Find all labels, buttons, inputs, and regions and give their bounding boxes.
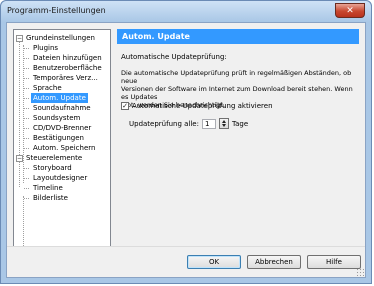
tree-branch-line [24,88,29,89]
tree-group-grundeinstellungen[interactable]: Grundeinstellungen [24,33,97,43]
tree-item-sprache[interactable]: Sprache [31,83,64,93]
tree-item-benutzeroberflaeche[interactable]: Benutzeroberfläche [31,63,104,73]
tree-item-cd-dvd-brenner[interactable]: CD/DVD-Brenner [31,123,93,133]
tree-branch-line [24,68,29,69]
tree-guide-line [19,39,20,187]
tree-branch-line [24,198,29,199]
collapse-icon[interactable]: − [16,155,23,162]
checkmark-icon: ✓ [122,102,128,110]
tree-branch-line [24,148,29,149]
ok-button[interactable]: OK [187,255,241,269]
auto-update-checkbox-row[interactable]: ✓ Automatische Updateprüfung aktivieren [121,102,273,110]
interval-row: Updateprüfung alle: 1 Tage [129,118,248,129]
tree-guide-line [23,196,24,248]
button-bar: OK Abbrechen Hilfe [7,246,365,277]
spin-up-icon[interactable] [221,120,226,123]
spin-down-icon[interactable] [221,124,226,127]
auto-update-checkbox[interactable]: ✓ [121,102,129,110]
tree-branch-line [24,108,29,109]
tree-item-soundaufnahme[interactable]: Soundaufnahme [31,103,93,113]
tree-item-autom-speichern[interactable]: Autom. Speichern [31,143,97,153]
tree-branch-line [24,178,29,179]
tree-item-bestaetigungen[interactable]: Bestätigungen [31,133,86,143]
tree-branch-line [24,138,29,139]
tree-item-timeline[interactable]: Timeline [31,183,65,193]
interval-label: Updateprüfung alle: [129,119,199,128]
section-title: Automatische Updateprüfung: [121,53,227,61]
interval-unit: Tage [231,119,249,128]
tree-item-temp-verz[interactable]: Temporäres Verz... [31,73,100,83]
tree-item-layoutdesigner[interactable]: Layoutdesigner [31,173,89,183]
window-title: Programm-Einstellungen [7,6,106,15]
title-bar[interactable]: Programm-Einstellungen ✕ [1,1,371,22]
settings-tree[interactable]: − Grundeinstellungen Plugins Dateien hin… [13,29,111,249]
dialog-client: − Grundeinstellungen Plugins Dateien hin… [6,22,366,278]
tree-item-autom-update[interactable]: Autom. Update [31,93,88,103]
cancel-button[interactable]: Abbrechen [247,255,301,269]
settings-window: Programm-Einstellungen ✕ − Grundeinstell… [0,0,372,284]
auto-update-checkbox-label[interactable]: Automatische Updateprüfung aktivieren [132,102,273,110]
settings-panel: Autom. Update Automatische Updateprüfung… [117,29,359,249]
close-icon: ✕ [346,5,354,16]
tree-item-storyboard[interactable]: Storyboard [31,163,74,173]
tree-branch-line [24,48,29,49]
collapse-icon[interactable]: − [16,35,23,42]
tree-branch-line [24,168,29,169]
tree-group-steuerelemente[interactable]: Steuerelemente [24,153,84,163]
tree-branch-line [24,128,29,129]
tree-item-dateien[interactable]: Dateien hinzufügen [31,53,104,63]
panel-header: Autom. Update [117,29,359,44]
tree-branch-line [24,58,29,59]
interval-spinner[interactable] [218,118,229,129]
tree-branch-line [24,78,29,79]
resize-grip-icon[interactable] [356,268,364,276]
close-button[interactable]: ✕ [335,3,365,18]
tree-branch-line [24,98,29,99]
help-button[interactable]: Hilfe [307,255,361,269]
tree-branch-line [24,118,29,119]
tree-branch-line [24,188,29,189]
interval-input[interactable]: 1 [201,118,216,129]
tree-item-bilderliste[interactable]: Bilderliste [31,193,70,203]
tree-item-plugins[interactable]: Plugins [31,43,60,53]
tree-item-soundsystem[interactable]: Soundsystem [31,113,82,123]
